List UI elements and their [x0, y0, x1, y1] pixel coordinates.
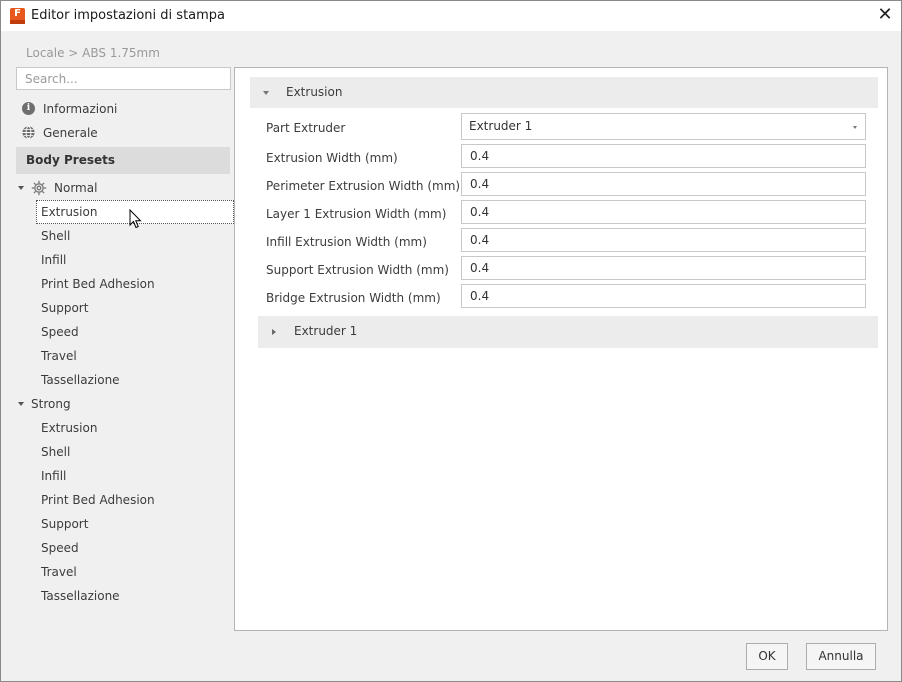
globe-icon: [22, 125, 35, 140]
tree-item-normal-print-bed-adhesion[interactable]: Print Bed Adhesion: [41, 274, 155, 294]
perimeter-extrusion-width-input[interactable]: [461, 172, 866, 196]
infill-extrusion-width-input[interactable]: [461, 228, 866, 252]
tree-item-normal-travel[interactable]: Travel: [41, 346, 77, 366]
tree-item-normal-support[interactable]: Support: [41, 298, 88, 318]
window-title: Editor impostazioni di stampa: [31, 8, 226, 23]
support-extrusion-width-label: Support Extrusion Width (mm): [266, 263, 449, 277]
tree-item-strong-support[interactable]: Support: [41, 514, 88, 534]
expand-caret-icon[interactable]: [272, 329, 276, 335]
app-icon: F: [10, 8, 25, 24]
tree-item-strong-infill[interactable]: Infill: [41, 466, 66, 486]
part-extruder-select[interactable]: Extruder 1: [461, 113, 866, 140]
extrusion-width-label: Extrusion Width (mm): [266, 151, 398, 165]
tree-item-normal-shell[interactable]: Shell: [41, 226, 70, 246]
ok-button[interactable]: OK: [746, 643, 788, 670]
tree-item-strong-extrusion[interactable]: Extrusion: [41, 418, 97, 438]
tree-item-strong-shell[interactable]: Shell: [41, 442, 70, 462]
infill-extrusion-width-label: Infill Extrusion Width (mm): [266, 235, 427, 249]
perimeter-extrusion-width-label: Perimeter Extrusion Width (mm): [266, 179, 461, 193]
layer1-extrusion-width-input[interactable]: [461, 200, 866, 224]
collapse-caret-icon[interactable]: [263, 91, 269, 95]
sidebar-item-informazioni[interactable]: Informazioni: [43, 99, 117, 119]
tree-item-normal-tassellazione[interactable]: Tassellazione: [41, 370, 120, 390]
tree-item-normal-extrusion[interactable]: Extrusion: [41, 202, 97, 222]
close-button[interactable]: ✕: [873, 4, 897, 28]
mouse-cursor-icon: [129, 209, 142, 229]
bridge-extrusion-width-input[interactable]: [461, 284, 866, 308]
print-settings-editor-window: F Editor impostazioni di stampa ✕ Locale…: [0, 0, 902, 682]
tree-item-normal-speed[interactable]: Speed: [41, 322, 79, 342]
tree-item-strong-print-bed-adhesion[interactable]: Print Bed Adhesion: [41, 490, 155, 510]
breadcrumb: Locale > ABS 1.75mm: [26, 46, 160, 60]
preset-normal[interactable]: Normal: [54, 178, 97, 198]
extrusion-width-input[interactable]: [461, 144, 866, 168]
extrusion-group-header[interactable]: [250, 77, 878, 108]
expand-caret-icon[interactable]: [18, 186, 24, 190]
support-extrusion-width-input[interactable]: [461, 256, 866, 280]
preset-strong[interactable]: Strong: [31, 394, 71, 414]
layer1-extrusion-width-label: Layer 1 Extrusion Width (mm): [266, 207, 447, 221]
bridge-extrusion-width-label: Bridge Extrusion Width (mm): [266, 291, 441, 305]
tree-item-strong-speed[interactable]: Speed: [41, 538, 79, 558]
tree-item-strong-tassellazione[interactable]: Tassellazione: [41, 586, 120, 606]
tree-item-strong-travel[interactable]: Travel: [41, 562, 77, 582]
search-input[interactable]: [16, 67, 231, 90]
chevron-down-icon: [853, 126, 857, 129]
sidebar-item-generale[interactable]: Generale: [43, 123, 98, 143]
part-extruder-label: Part Extruder: [266, 121, 346, 135]
info-icon: i: [22, 102, 35, 115]
tree-item-normal-infill[interactable]: Infill: [41, 250, 66, 270]
cancel-button[interactable]: Annulla: [806, 643, 876, 670]
part-extruder-value: Extruder 1: [469, 119, 533, 133]
close-icon: ✕: [877, 4, 893, 25]
group-title: Extrusion: [286, 85, 343, 99]
title-bar: F Editor impostazioni di stampa ✕: [1, 1, 901, 31]
subgroup-title: Extruder 1: [294, 324, 358, 338]
gear-icon: [31, 180, 47, 196]
expand-caret-icon[interactable]: [18, 402, 24, 406]
body-presets-header: Body Presets: [16, 147, 230, 174]
